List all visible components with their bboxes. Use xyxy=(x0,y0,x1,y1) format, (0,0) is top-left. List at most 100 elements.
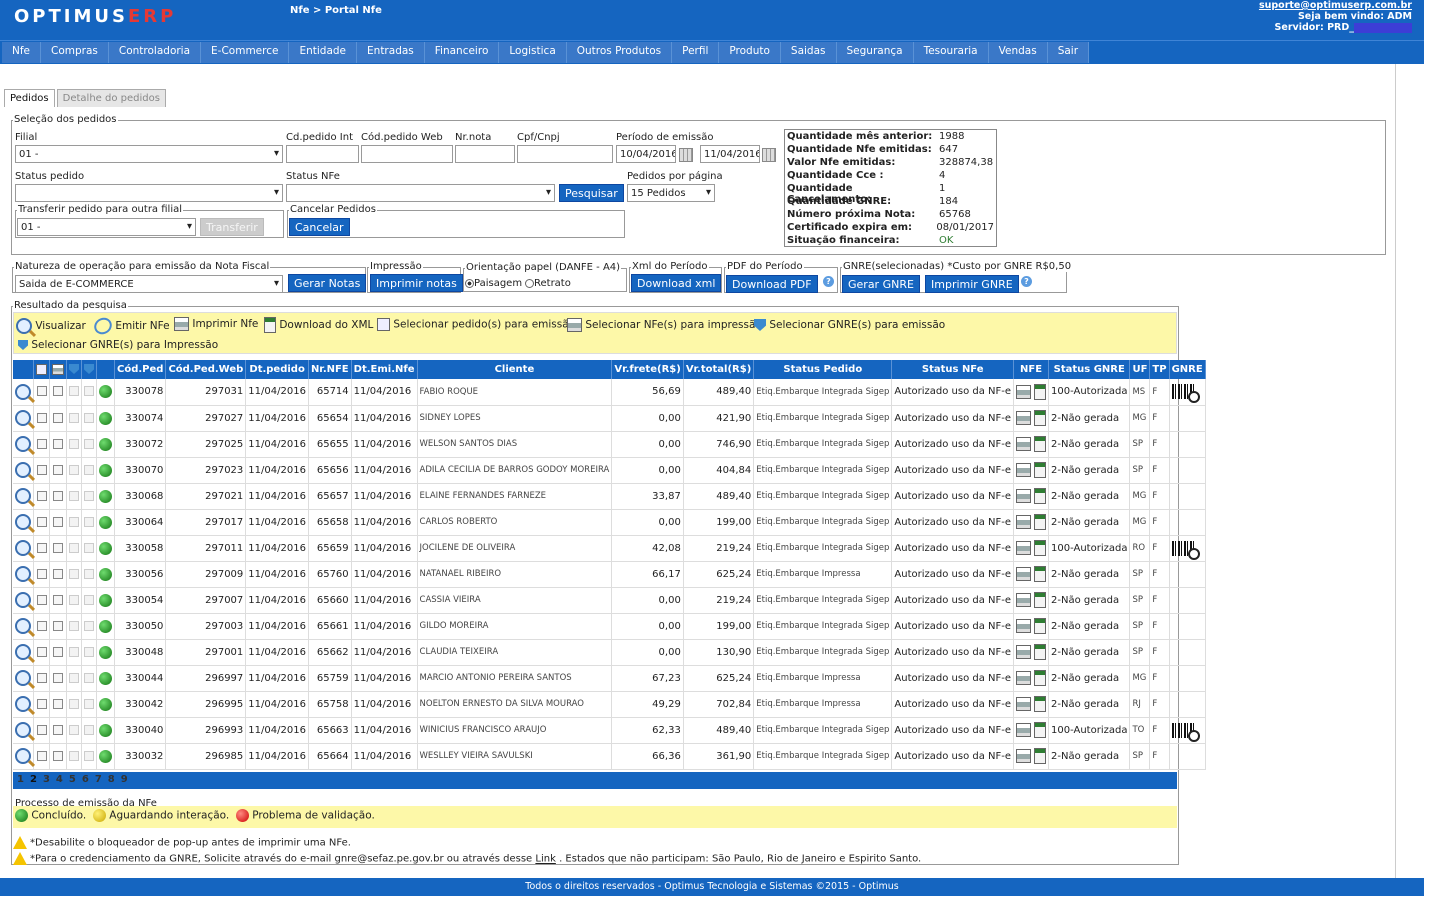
print-nfe-icon[interactable] xyxy=(1016,645,1032,659)
xml-download-icon[interactable] xyxy=(1034,592,1047,608)
select-gnre-checkbox[interactable] xyxy=(69,542,79,553)
print-nfe-icon[interactable] xyxy=(1016,697,1032,711)
page-link-8[interactable]: 8 xyxy=(108,774,115,785)
select-order-checkbox[interactable] xyxy=(36,568,47,579)
select-print-checkbox[interactable] xyxy=(53,516,63,527)
cpf-input[interactable] xyxy=(517,145,613,163)
xml-download-icon[interactable] xyxy=(1034,644,1047,660)
xml-download-icon[interactable] xyxy=(1034,410,1047,426)
xml-download-icon[interactable] xyxy=(1034,748,1047,764)
table-row[interactable]: 330040 296993 11/04/2016 65663 11/04/2016 WIN… xyxy=(13,717,1206,744)
table-row[interactable]: 330068 297021 11/04/2016 65657 11/04/2016 ELA… xyxy=(13,483,1206,510)
table-row[interactable]: 330078 297031 11/04/2016 65714 11/04/2016 FAB… xyxy=(13,379,1206,406)
select-print-checkbox[interactable] xyxy=(53,412,63,423)
cod-pedido-web-input[interactable] xyxy=(361,145,453,163)
select-gnre-print-checkbox[interactable] xyxy=(84,490,94,501)
xml-download-icon[interactable] xyxy=(1034,488,1047,504)
select-gnre-print-checkbox[interactable] xyxy=(84,568,94,579)
select-order-checkbox[interactable] xyxy=(36,620,47,631)
menu-item-controladoria[interactable]: Controladoria xyxy=(109,42,202,63)
print-nfe-icon[interactable] xyxy=(1016,384,1032,399)
xml-download-icon[interactable] xyxy=(1034,540,1047,556)
menu-item-entradas[interactable]: Entradas xyxy=(357,42,425,63)
view-order-icon[interactable] xyxy=(15,722,31,738)
select-gnre-checkbox[interactable] xyxy=(69,724,79,735)
col-nr-nfe[interactable]: Nr.NFE xyxy=(308,360,352,379)
view-order-icon[interactable] xyxy=(15,670,31,686)
cd-pedido-int-input[interactable] xyxy=(286,145,359,163)
view-order-icon[interactable] xyxy=(15,462,31,478)
gerar-gnre-button[interactable]: Gerar GNRE xyxy=(842,275,920,293)
gnre-link[interactable]: Link xyxy=(535,854,555,865)
select-gnre-checkbox[interactable] xyxy=(69,516,79,527)
table-row[interactable]: 330054 297007 11/04/2016 65660 11/04/2016 CAS… xyxy=(13,587,1206,614)
menu-item-nfe[interactable]: Nfe xyxy=(2,42,42,63)
print-nfe-icon[interactable] xyxy=(1016,541,1032,555)
view-order-icon[interactable] xyxy=(15,514,31,530)
support-email-link[interactable]: suporte@optimuserp.com.br xyxy=(1259,0,1412,11)
select-print-checkbox[interactable] xyxy=(53,724,63,735)
calendar-from-icon[interactable] xyxy=(679,148,693,162)
view-order-icon[interactable] xyxy=(15,618,31,634)
page-link-3[interactable]: 3 xyxy=(43,774,50,785)
table-row[interactable]: 330048 297001 11/04/2016 65662 11/04/2016 CLA… xyxy=(13,639,1206,666)
menu-item-compras[interactable]: Compras xyxy=(41,42,109,63)
select-gnre-print-checkbox[interactable] xyxy=(84,620,94,631)
download-pdf-button[interactable]: Download PDF xyxy=(726,275,818,293)
view-order-icon[interactable] xyxy=(15,436,31,452)
select-order-checkbox[interactable] xyxy=(36,594,47,605)
retrato-radio[interactable]: Retrato xyxy=(525,278,571,289)
menu-item-saidas[interactable]: Saidas xyxy=(781,42,837,63)
select-gnre-print-checkbox[interactable] xyxy=(84,698,94,709)
select-gnre-print-checkbox[interactable] xyxy=(84,386,94,397)
view-order-icon[interactable] xyxy=(15,644,31,660)
view-order-icon[interactable] xyxy=(15,410,31,426)
select-order-checkbox[interactable] xyxy=(36,750,47,761)
table-row[interactable]: 330050 297003 11/04/2016 65661 11/04/2016 GIL… xyxy=(13,613,1206,640)
select-gnre-checkbox[interactable] xyxy=(69,750,79,761)
print-nfe-icon[interactable] xyxy=(1016,749,1032,763)
page-link-4[interactable]: 4 xyxy=(56,774,63,785)
view-order-icon[interactable] xyxy=(15,592,31,608)
col-select-gnre-print[interactable] xyxy=(81,360,97,379)
view-order-icon[interactable] xyxy=(15,566,31,582)
table-row[interactable]: 330044 296997 11/04/2016 65759 11/04/2016 MAR… xyxy=(13,665,1206,692)
select-gnre-print-checkbox[interactable] xyxy=(84,594,94,605)
select-gnre-checkbox[interactable] xyxy=(69,646,79,657)
select-print-checkbox[interactable] xyxy=(53,490,63,501)
xml-download-icon[interactable] xyxy=(1034,618,1047,634)
select-gnre-print-checkbox[interactable] xyxy=(84,438,94,449)
col-vr-frete[interactable]: Vr.frete(R$) xyxy=(611,360,684,379)
transferir-select[interactable]: 01 - xyxy=(17,218,196,236)
tool-selecionar-pedido[interactable]: Selecionar pedido(s) para emissão xyxy=(377,318,575,331)
col-status-gnre[interactable]: Status GNRE xyxy=(1048,360,1131,379)
select-gnre-print-checkbox[interactable] xyxy=(84,672,94,683)
select-print-checkbox[interactable] xyxy=(53,672,63,683)
page-link-1[interactable]: 1 xyxy=(17,774,24,785)
menu-item-financeiro[interactable]: Financeiro xyxy=(425,42,500,63)
date-to-input[interactable]: 11/04/2016 xyxy=(700,145,760,163)
tool-download-xml[interactable]: Download do XML xyxy=(264,317,373,333)
col-cod-ped-web[interactable]: Cód.Ped.Web xyxy=(165,360,247,379)
col-status-pedido[interactable]: Status Pedido xyxy=(753,360,893,379)
xml-download-icon[interactable] xyxy=(1034,722,1047,738)
status-nfe-select[interactable] xyxy=(286,184,555,202)
gnre-barcode-icon[interactable] xyxy=(1171,540,1200,560)
table-row[interactable]: 330074 297027 11/04/2016 65654 11/04/2016 SID… xyxy=(13,405,1206,432)
help-pdf-icon[interactable]: ? xyxy=(823,276,834,287)
table-row[interactable]: 330064 297017 11/04/2016 65658 11/04/2016 CAR… xyxy=(13,509,1206,536)
col-cod-ped[interactable]: Cód.Ped xyxy=(114,360,167,379)
xml-download-icon[interactable] xyxy=(1034,566,1047,582)
select-print-checkbox[interactable] xyxy=(53,750,63,761)
tool-imprimir-nfe[interactable]: Imprimir Nfe xyxy=(174,317,258,331)
table-row[interactable]: 330058 297011 11/04/2016 65659 11/04/2016 JOC… xyxy=(13,535,1206,562)
print-nfe-icon[interactable] xyxy=(1016,619,1032,633)
menu-item-entidade[interactable]: Entidade xyxy=(289,42,358,63)
xml-download-icon[interactable] xyxy=(1034,462,1047,478)
xml-download-icon[interactable] xyxy=(1034,383,1047,400)
tool-selecionar-gnre-impressao[interactable]: Selecionar GNRE(s) para Impressão xyxy=(18,339,218,351)
select-order-checkbox[interactable] xyxy=(36,672,47,683)
select-order-checkbox[interactable] xyxy=(36,464,47,475)
menu-item-seguran-a[interactable]: Segurança xyxy=(837,42,914,63)
select-gnre-checkbox[interactable] xyxy=(69,490,79,501)
